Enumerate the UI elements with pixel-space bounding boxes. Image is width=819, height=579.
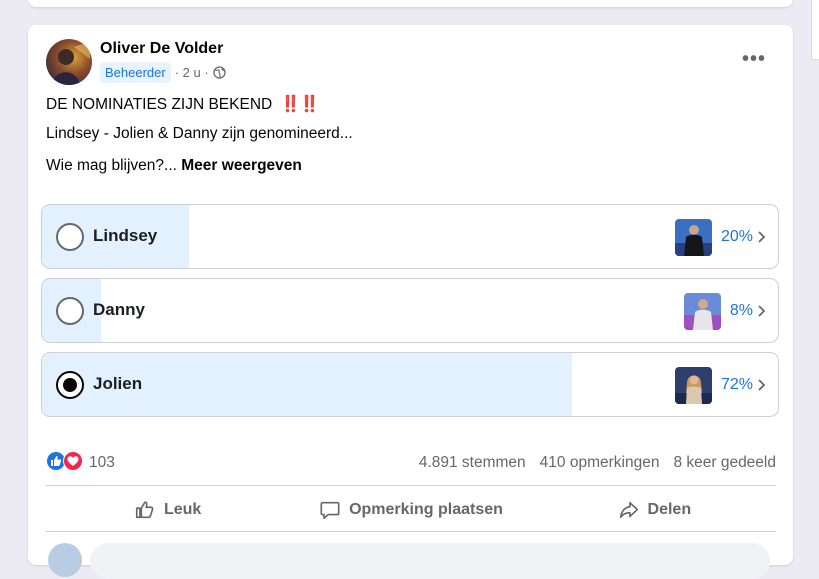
post-card: Oliver De Volder Beheerder · 2 u · ••• D…: [28, 25, 793, 579]
post-meta: Beheerder · 2 u ·: [100, 61, 226, 83]
comments-count[interactable]: 410 opmerkingen: [540, 454, 660, 472]
radio-button[interactable]: [56, 297, 84, 325]
voter-thumbnail: [674, 218, 712, 256]
current-user-avatar[interactable]: [48, 543, 82, 577]
chevron-right-icon: [756, 304, 766, 318]
author-name[interactable]: Oliver De Volder: [100, 40, 223, 58]
post-text-line-2: Lindsey - Jolien & Danny zijn genomineer…: [46, 125, 353, 142]
right-panel-edge: [811, 0, 819, 60]
see-more-link[interactable]: Meer weergeven: [181, 157, 302, 174]
role-badge[interactable]: Beheerder: [100, 61, 171, 83]
share-icon: [619, 501, 638, 519]
poll-option-label: Jolien: [93, 374, 143, 393]
shares-count[interactable]: 8 keer gedeeld: [673, 454, 776, 472]
divider: [46, 485, 776, 486]
poll-option-result: 8%: [683, 292, 766, 330]
reaction-count[interactable]: 103: [89, 454, 115, 472]
poll-percentage: 8%: [729, 302, 753, 319]
reaction-summary[interactable]: 103: [46, 450, 115, 476]
radio-button[interactable]: [56, 223, 84, 251]
question-text: Wie mag blijven?...: [46, 157, 177, 174]
headline-text: DE NOMINATIES ZIJN BEKEND: [46, 96, 273, 113]
poll-percentage: 72%: [720, 376, 753, 393]
chevron-right-icon: [756, 378, 766, 392]
voter-thumbnail: [683, 292, 721, 330]
more-options-icon[interactable]: •••: [739, 48, 769, 70]
author-avatar[interactable]: [46, 39, 92, 85]
radio-button-selected[interactable]: [56, 371, 84, 399]
like-button-label: Leuk: [163, 501, 202, 518]
comment-button-label: Opmerking plaatsen: [349, 501, 503, 518]
poll-percentage: 20%: [720, 228, 753, 245]
share-button-label: Delen: [647, 501, 692, 518]
poll-option-danny[interactable]: Danny 8%: [41, 278, 779, 343]
post-time[interactable]: · 2 u ·: [175, 65, 209, 80]
action-bar: Leuk Opmerking plaatsen Delen: [46, 493, 776, 527]
love-reaction-icon: [63, 450, 83, 476]
post-text-line-1: DE NOMINATIES ZIJN BEKEND ‼️‼️: [46, 94, 320, 114]
double-exclamation-emoji: ‼️‼️: [280, 96, 320, 113]
poll-option-label: Lindsey: [93, 226, 158, 245]
comment-icon: [320, 501, 340, 520]
divider: [46, 531, 776, 532]
previous-post-card: [28, 0, 793, 7]
poll-option-jolien[interactable]: Jolien 72%: [41, 352, 779, 417]
like-button[interactable]: Leuk: [46, 493, 289, 527]
comment-button[interactable]: Opmerking plaatsen: [289, 493, 532, 527]
globe-icon: [213, 65, 226, 79]
engagement-row: 103 4.891 stemmen 410 opmerkingen 8 keer…: [46, 450, 776, 476]
post-text-line-3: Wie mag blijven?... Meer weergeven: [46, 157, 302, 175]
voter-thumbnail: [674, 366, 712, 404]
poll-option-result: 72%: [674, 366, 766, 404]
chevron-right-icon: [756, 230, 766, 244]
comment-input[interactable]: [90, 543, 770, 579]
poll-option-label: Danny: [93, 300, 145, 319]
post-stats: 4.891 stemmen 410 opmerkingen 8 keer ged…: [419, 454, 776, 472]
share-button[interactable]: Delen: [533, 493, 776, 527]
poll-option-result: 20%: [674, 218, 766, 256]
votes-count[interactable]: 4.891 stemmen: [419, 454, 526, 472]
poll-option-lindsey[interactable]: Lindsey 20%: [41, 204, 779, 269]
thumbs-up-icon: [135, 501, 154, 519]
